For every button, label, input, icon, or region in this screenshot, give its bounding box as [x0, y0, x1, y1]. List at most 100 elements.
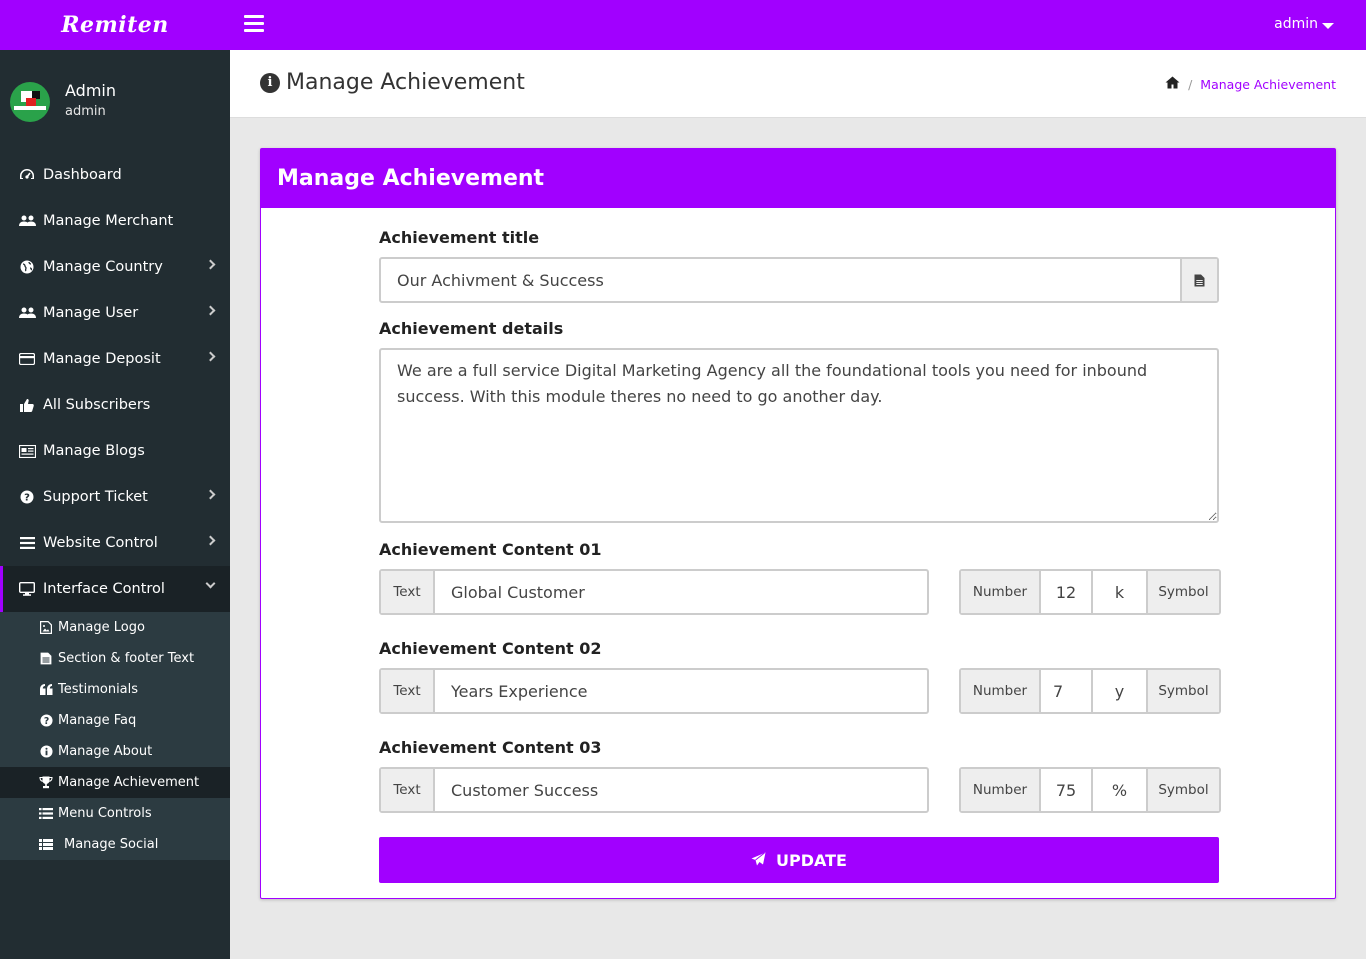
- chevron-right-icon: [205, 535, 216, 546]
- content-02-number-group: Number Symbol: [959, 668, 1221, 714]
- info-circle-icon: i: [260, 72, 280, 93]
- number-addon: Number: [961, 769, 1039, 811]
- content-03-number-input[interactable]: [1039, 769, 1091, 811]
- file-text-icon: [39, 652, 53, 666]
- breadcrumb-current: Manage Achievement: [1200, 76, 1336, 92]
- symbol-addon: Symbol: [1146, 769, 1219, 811]
- achievement-title-label: Achievement title: [379, 228, 540, 247]
- sidebar-item-label: Website Control: [43, 535, 158, 551]
- desktop-icon: [18, 581, 36, 597]
- file-icon: [1180, 259, 1217, 301]
- interface-control-submenu: Manage Logo Section & footer Text Testim…: [0, 612, 230, 860]
- content-02-text-group: Text: [379, 668, 929, 714]
- content-02-symbol-input[interactable]: [1091, 670, 1146, 712]
- user-dropdown[interactable]: admin: [1274, 16, 1334, 32]
- dashboard-icon: [18, 167, 36, 183]
- content-01-text-group: Text: [379, 569, 929, 615]
- info-circle-icon: [39, 745, 53, 759]
- content-01-number-input[interactable]: [1039, 571, 1091, 613]
- image-file-icon: [39, 621, 53, 635]
- sidebar-item-manage-merchant[interactable]: Manage Merchant: [0, 198, 230, 244]
- sidebar-item-manage-blogs[interactable]: Manage Blogs: [0, 428, 230, 474]
- content-01-text-input[interactable]: [435, 571, 927, 613]
- achievement-content-01-label: Achievement Content 01: [379, 540, 602, 559]
- update-button[interactable]: UPDATE: [379, 837, 1219, 883]
- sidebar-item-label: Manage User: [43, 305, 139, 321]
- chevron-right-icon: [205, 489, 216, 500]
- card-title: Manage Achievement: [261, 149, 1335, 208]
- users-icon: [18, 305, 36, 321]
- content-02-number-input[interactable]: [1039, 670, 1091, 712]
- sidebar-item-manage-user[interactable]: Manage User: [0, 290, 230, 336]
- submenu-item-manage-logo[interactable]: Manage Logo: [0, 612, 230, 643]
- user-dropdown-label: admin: [1274, 16, 1318, 32]
- number-addon: Number: [961, 571, 1039, 613]
- page-title-text: Manage Achievement: [286, 70, 525, 95]
- sidebar-item-label: Manage Merchant: [43, 213, 174, 229]
- brand-logo[interactable]: Remiten: [0, 0, 230, 50]
- manage-achievement-card: Manage Achievement Achievement title Ach…: [260, 148, 1336, 899]
- content-header: i Manage Achievement / Manage Achievemen…: [230, 50, 1366, 118]
- paper-plane-icon: [751, 851, 766, 870]
- submenu-item-section-footer-text[interactable]: Section & footer Text: [0, 643, 230, 674]
- submenu-item-label: Testimonials: [58, 682, 139, 697]
- sidebar-item-label: Interface Control: [43, 581, 165, 597]
- content-01-symbol-input[interactable]: [1091, 571, 1146, 613]
- trophy-icon: [39, 776, 53, 790]
- achievement-content-02-label: Achievement Content 02: [379, 639, 602, 658]
- symbol-addon: Symbol: [1146, 670, 1219, 712]
- content-02-text-input[interactable]: [435, 670, 927, 712]
- hamburger-menu-icon[interactable]: [244, 15, 264, 33]
- user-profile: Admin admin: [0, 50, 230, 152]
- content-03-text-group: Text: [379, 767, 929, 813]
- submenu-item-manage-social[interactable]: Manage Social: [0, 829, 230, 860]
- sidebar-item-label: Manage Country: [43, 259, 163, 275]
- sidebar-item-interface-control[interactable]: Interface Control: [0, 566, 230, 612]
- users-icon: [18, 213, 36, 229]
- credit-card-icon: [18, 351, 36, 367]
- submenu-item-label: Menu Controls: [58, 806, 152, 821]
- chevron-down-icon: [205, 578, 216, 589]
- breadcrumb: / Manage Achievement: [1165, 76, 1336, 92]
- globe-icon: [18, 259, 36, 275]
- sidebar-item-website-control[interactable]: Website Control: [0, 520, 230, 566]
- symbol-addon: Symbol: [1146, 571, 1219, 613]
- profile-name: Admin: [65, 81, 116, 100]
- submenu-item-label: Manage Social: [64, 837, 159, 852]
- submenu-item-manage-faq[interactable]: ? Manage Faq: [0, 705, 230, 736]
- chevron-right-icon: [205, 305, 216, 316]
- sidebar-item-label: Support Ticket: [43, 489, 148, 505]
- top-navbar: Remiten admin: [0, 0, 1366, 50]
- sidebar-item-manage-deposit[interactable]: Manage Deposit: [0, 336, 230, 382]
- submenu-item-label: Manage Faq: [58, 713, 137, 728]
- submenu-item-label: Section & footer Text: [58, 651, 195, 666]
- achievement-content-03-label: Achievement Content 03: [379, 738, 602, 757]
- content-03-symbol-input[interactable]: [1091, 769, 1146, 811]
- sidebar-item-dashboard[interactable]: Dashboard: [0, 152, 230, 198]
- submenu-item-label: Manage Achievement: [58, 775, 200, 790]
- sidebar-item-label: Manage Blogs: [43, 443, 145, 459]
- achievement-title-input[interactable]: [381, 259, 1180, 301]
- sidebar-item-support-ticket[interactable]: ? Support Ticket: [0, 474, 230, 520]
- submenu-item-testimonials[interactable]: Testimonials: [0, 674, 230, 705]
- quote-left-icon: [39, 683, 53, 697]
- submenu-item-manage-achievement[interactable]: Manage Achievement: [0, 767, 230, 798]
- sidebar-item-manage-country[interactable]: Manage Country: [0, 244, 230, 290]
- chevron-right-icon: [205, 259, 216, 270]
- svg-text:?: ?: [43, 716, 48, 727]
- list-icon: [39, 807, 53, 821]
- bars-icon: [18, 535, 36, 551]
- update-button-label: UPDATE: [776, 850, 847, 870]
- submenu-item-label: Manage Logo: [58, 620, 145, 635]
- content-03-text-input[interactable]: [435, 769, 927, 811]
- achievement-details-textarea[interactable]: We are a full service Digital Marketing …: [379, 348, 1219, 523]
- text-addon: Text: [381, 670, 435, 712]
- home-icon[interactable]: [1165, 76, 1180, 92]
- text-addon: Text: [381, 769, 435, 811]
- sidebar-item-all-subscribers[interactable]: All Subscribers: [0, 382, 230, 428]
- submenu-item-menu-controls[interactable]: Menu Controls: [0, 798, 230, 829]
- newspaper-icon: [18, 443, 36, 459]
- chevron-right-icon: [205, 351, 216, 362]
- submenu-item-manage-about[interactable]: Manage About: [0, 736, 230, 767]
- thumbs-up-icon: [18, 397, 36, 413]
